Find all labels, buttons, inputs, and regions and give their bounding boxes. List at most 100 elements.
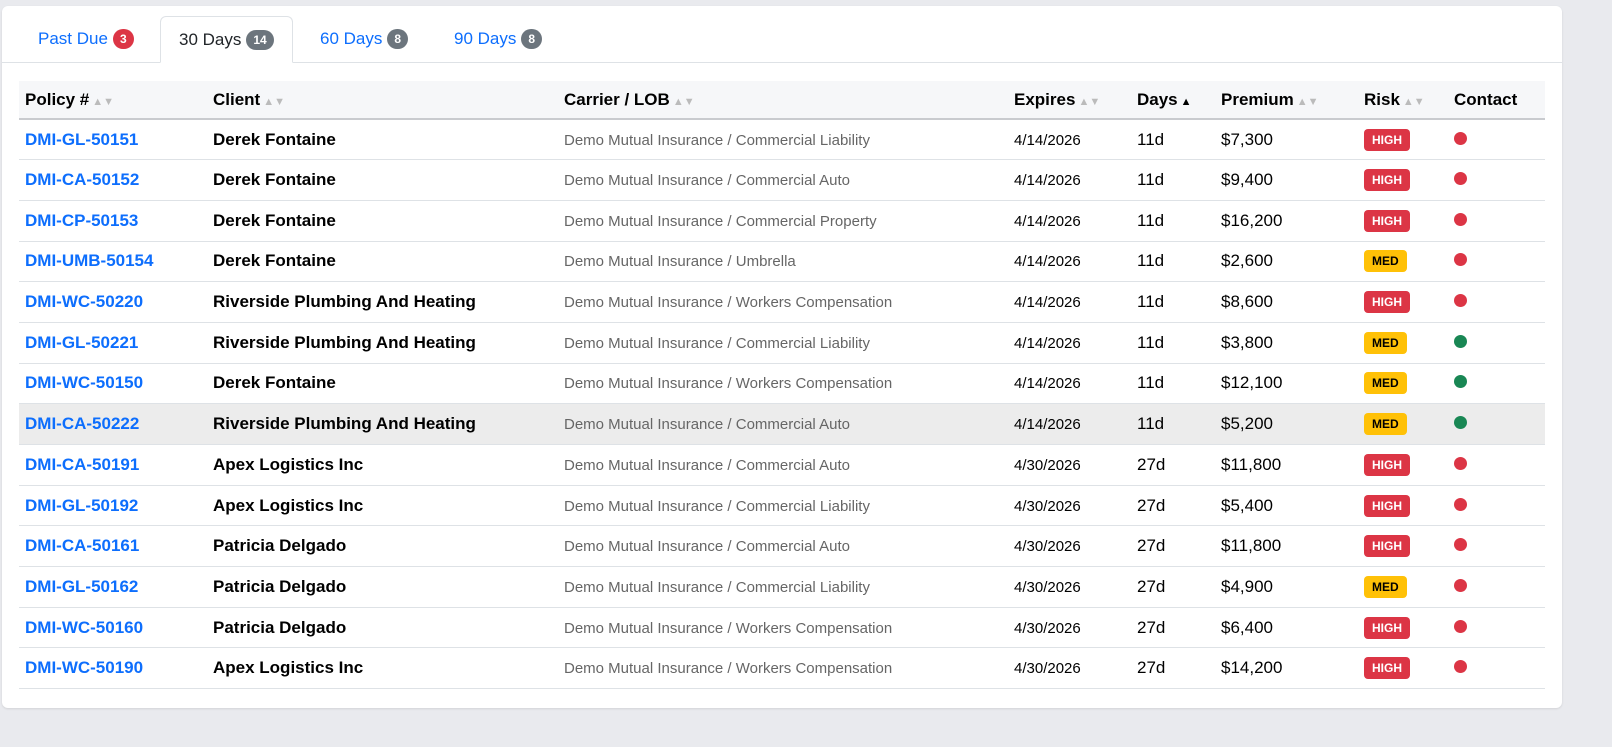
cell-policy: DMI-GL-50221: [19, 322, 207, 364]
cell-risk: HIGH: [1358, 119, 1448, 161]
table-row[interactable]: DMI-UMB-50154 Derek Fontaine Demo Mutual I…: [19, 241, 1545, 283]
column-label: Contact: [1454, 89, 1518, 109]
risk-badge: MED: [1364, 250, 1407, 273]
cell-premium: $11,800: [1215, 444, 1358, 486]
premium-amount: $7,300: [1221, 129, 1273, 149]
premium-amount: $5,200: [1221, 414, 1273, 434]
risk-badge: MED: [1364, 575, 1407, 598]
policy-link[interactable]: DMI-GL-50162: [25, 577, 138, 596]
cell-days: 11d: [1131, 200, 1215, 242]
policy-link[interactable]: DMI-CA-50191: [25, 455, 139, 474]
sort-icon[interactable]: ▲▼: [263, 96, 285, 108]
tab-60-days[interactable]: 60 Days 8: [302, 16, 426, 62]
sort-icon[interactable]: ▲▼: [1078, 96, 1100, 108]
column-header-contact[interactable]: Contact: [1448, 81, 1545, 120]
cell-risk: HIGH: [1358, 444, 1448, 486]
carrier-lob: Demo Mutual Insurance / Umbrella: [564, 253, 796, 271]
carrier-lob: Demo Mutual Insurance / Commercial Auto: [564, 538, 850, 556]
cell-days: 27d: [1131, 647, 1215, 690]
column-label: Client: [213, 89, 261, 109]
cell-expires: 4/14/2026: [1008, 363, 1131, 405]
days-remaining: 11d: [1137, 373, 1165, 393]
cell-days: 27d: [1131, 525, 1215, 568]
policy-link[interactable]: DMI-CA-50152: [25, 170, 139, 189]
cell-expires: 4/14/2026: [1008, 322, 1131, 364]
cell-days: 11d: [1131, 363, 1215, 405]
cell-client: Derek Fontaine: [207, 200, 558, 242]
client-name: Derek Fontaine: [213, 170, 336, 190]
policy-link[interactable]: DMI-GL-50192: [25, 496, 138, 515]
policy-link[interactable]: DMI-CA-50222: [25, 414, 139, 433]
cell-days: 11d: [1131, 119, 1215, 161]
cell-risk: MED: [1358, 363, 1448, 405]
table-header-row: Policy # ▲▼ Client ▲▼ Carrier / LOB ▲▼ Expires…: [19, 81, 1545, 120]
sort-icon[interactable]: ▲▼: [1297, 96, 1319, 108]
expires-date: 4/14/2026: [1014, 294, 1081, 312]
table-row[interactable]: DMI-WC-50150 Derek Fontaine Demo Mutual In…: [19, 363, 1545, 405]
tab-count-badge: 8: [387, 29, 409, 49]
policy-link[interactable]: DMI-WC-50190: [25, 658, 143, 677]
sort-icon[interactable]: ▲▼: [673, 96, 695, 108]
table-row[interactable]: DMI-GL-50192 Apex Logistics Inc Demo Mutua…: [19, 485, 1545, 527]
cell-expires: 4/14/2026: [1008, 403, 1131, 445]
column-header-client[interactable]: Client ▲▼: [207, 81, 558, 120]
cell-policy: DMI-GL-50192: [19, 485, 207, 527]
cell-risk: MED: [1358, 322, 1448, 364]
carrier-lob: Demo Mutual Insurance / Workers Compensa…: [564, 619, 893, 637]
cell-risk: HIGH: [1358, 647, 1448, 690]
column-label: Policy #: [25, 89, 90, 109]
policy-link[interactable]: DMI-WC-50220: [25, 292, 143, 311]
policy-link[interactable]: DMI-GL-50221: [25, 333, 138, 352]
carrier-lob: Demo Mutual Insurance / Commercial Auto: [564, 456, 850, 474]
days-remaining: 27d: [1137, 454, 1166, 474]
table-row[interactable]: DMI-GL-50221 Riverside Plumbing And Heati…: [19, 322, 1545, 364]
cell-risk: HIGH: [1358, 159, 1448, 201]
column-header-expires[interactable]: Expires ▲▼: [1008, 81, 1131, 120]
column-header-risk[interactable]: Risk ▲▼: [1358, 81, 1448, 120]
risk-badge: HIGH: [1364, 209, 1410, 232]
client-name: Riverside Plumbing And Heating: [213, 292, 476, 312]
cell-risk: MED: [1358, 241, 1448, 283]
tab-30-days[interactable]: 30 Days 14: [160, 16, 293, 63]
expires-date: 4/14/2026: [1014, 253, 1081, 271]
tab-past-due[interactable]: Past Due 3: [20, 16, 152, 62]
table-row[interactable]: DMI-CA-50191 Apex Logistics Inc Demo Mutua…: [19, 444, 1545, 486]
policy-link[interactable]: DMI-CP-50153: [25, 211, 138, 230]
contact-status-dot: [1454, 172, 1467, 186]
column-header-days[interactable]: Days ▲: [1131, 81, 1215, 120]
cell-days: 27d: [1131, 444, 1215, 486]
policy-link[interactable]: DMI-WC-50160: [25, 618, 143, 637]
tab-90-days[interactable]: 90 Days 8: [436, 16, 560, 62]
column-header-policy[interactable]: Policy # ▲▼: [19, 81, 207, 120]
table-row[interactable]: DMI-GL-50151 Derek Fontaine Demo Mutual In…: [19, 119, 1545, 161]
expires-date: 4/14/2026: [1014, 334, 1081, 352]
policy-link[interactable]: DMI-UMB-50154: [25, 251, 153, 270]
carrier-lob: Demo Mutual Insurance / Commercial Liabi…: [564, 131, 870, 149]
sort-icon[interactable]: ▲▼: [1403, 96, 1425, 108]
cell-policy: DMI-WC-50220: [19, 281, 207, 323]
table-row[interactable]: DMI-GL-50162 Patricia Delgado Demo Mutual …: [19, 566, 1545, 608]
column-header-carrier-lob[interactable]: Carrier / LOB ▲▼: [558, 81, 1008, 120]
expires-date: 4/30/2026: [1014, 578, 1081, 596]
policy-link[interactable]: DMI-GL-50151: [25, 130, 138, 149]
cell-policy: DMI-UMB-50154: [19, 241, 207, 283]
policy-link[interactable]: DMI-WC-50150: [25, 373, 143, 392]
table-row[interactable]: DMI-CA-50222 Riverside Plumbing And Heati…: [19, 403, 1545, 445]
premium-amount: $2,600: [1221, 251, 1273, 271]
table-row[interactable]: DMI-WC-50220 Riverside Plumbing And Heati…: [19, 281, 1545, 323]
cell-expires: 4/30/2026: [1008, 485, 1131, 527]
sort-icon[interactable]: ▲▼: [92, 96, 114, 108]
column-header-premium[interactable]: Premium ▲▼: [1215, 81, 1358, 120]
column-label: Days: [1137, 89, 1178, 109]
cell-contact: [1448, 241, 1545, 283]
table-row[interactable]: DMI-CA-50152 Derek Fontaine Demo Mutual In…: [19, 159, 1545, 201]
table-row[interactable]: DMI-WC-50160 Patricia Delgado Demo Mutual …: [19, 607, 1545, 649]
table-row[interactable]: DMI-WC-50190 Apex Logistics Inc Demo Mutua…: [19, 647, 1545, 690]
table-row[interactable]: DMI-CA-50161 Patricia Delgado Demo Mutual …: [19, 525, 1545, 568]
policy-link[interactable]: DMI-CA-50161: [25, 536, 139, 555]
cell-days: 11d: [1131, 281, 1215, 323]
sort-asc-icon[interactable]: ▲: [1181, 96, 1192, 108]
carrier-lob: Demo Mutual Insurance / Commercial Liabi…: [564, 334, 870, 352]
cell-policy: DMI-CA-50161: [19, 525, 207, 568]
table-row[interactable]: DMI-CP-50153 Derek Fontaine Demo Mutual In…: [19, 200, 1545, 242]
